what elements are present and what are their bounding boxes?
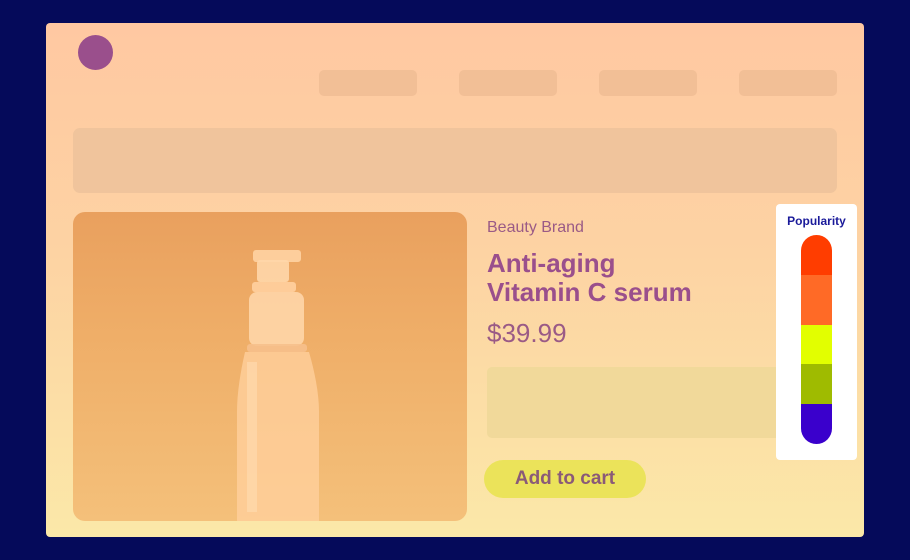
add-to-cart-button[interactable]: Add to cart [484, 460, 646, 498]
popularity-title: Popularity [787, 214, 846, 228]
product-page-window: Beauty Brand Anti-aging Vitamin C serum … [46, 23, 864, 537]
popularity-segment-1 [801, 235, 832, 275]
search-bar[interactable] [73, 128, 837, 193]
popularity-segment-4 [801, 364, 832, 405]
nav-item-4[interactable] [739, 70, 837, 96]
product-price: $39.99 [487, 318, 567, 348]
brand-name: Beauty Brand [487, 219, 584, 236]
popularity-segment-3 [801, 324, 832, 365]
popularity-card: Popularity [776, 204, 857, 460]
nav-item-2[interactable] [459, 70, 557, 96]
product-title: Anti-aging Vitamin C serum [487, 248, 692, 307]
nav-item-3[interactable] [599, 70, 697, 96]
popularity-scale [801, 235, 832, 444]
serum-bottle-icon [237, 250, 319, 521]
popularity-segment-5 [801, 404, 832, 444]
logo[interactable] [78, 35, 113, 70]
product-image [73, 212, 467, 521]
nav-item-1[interactable] [319, 70, 417, 96]
popularity-segment-2 [801, 274, 832, 325]
product-options-box[interactable] [487, 367, 787, 438]
